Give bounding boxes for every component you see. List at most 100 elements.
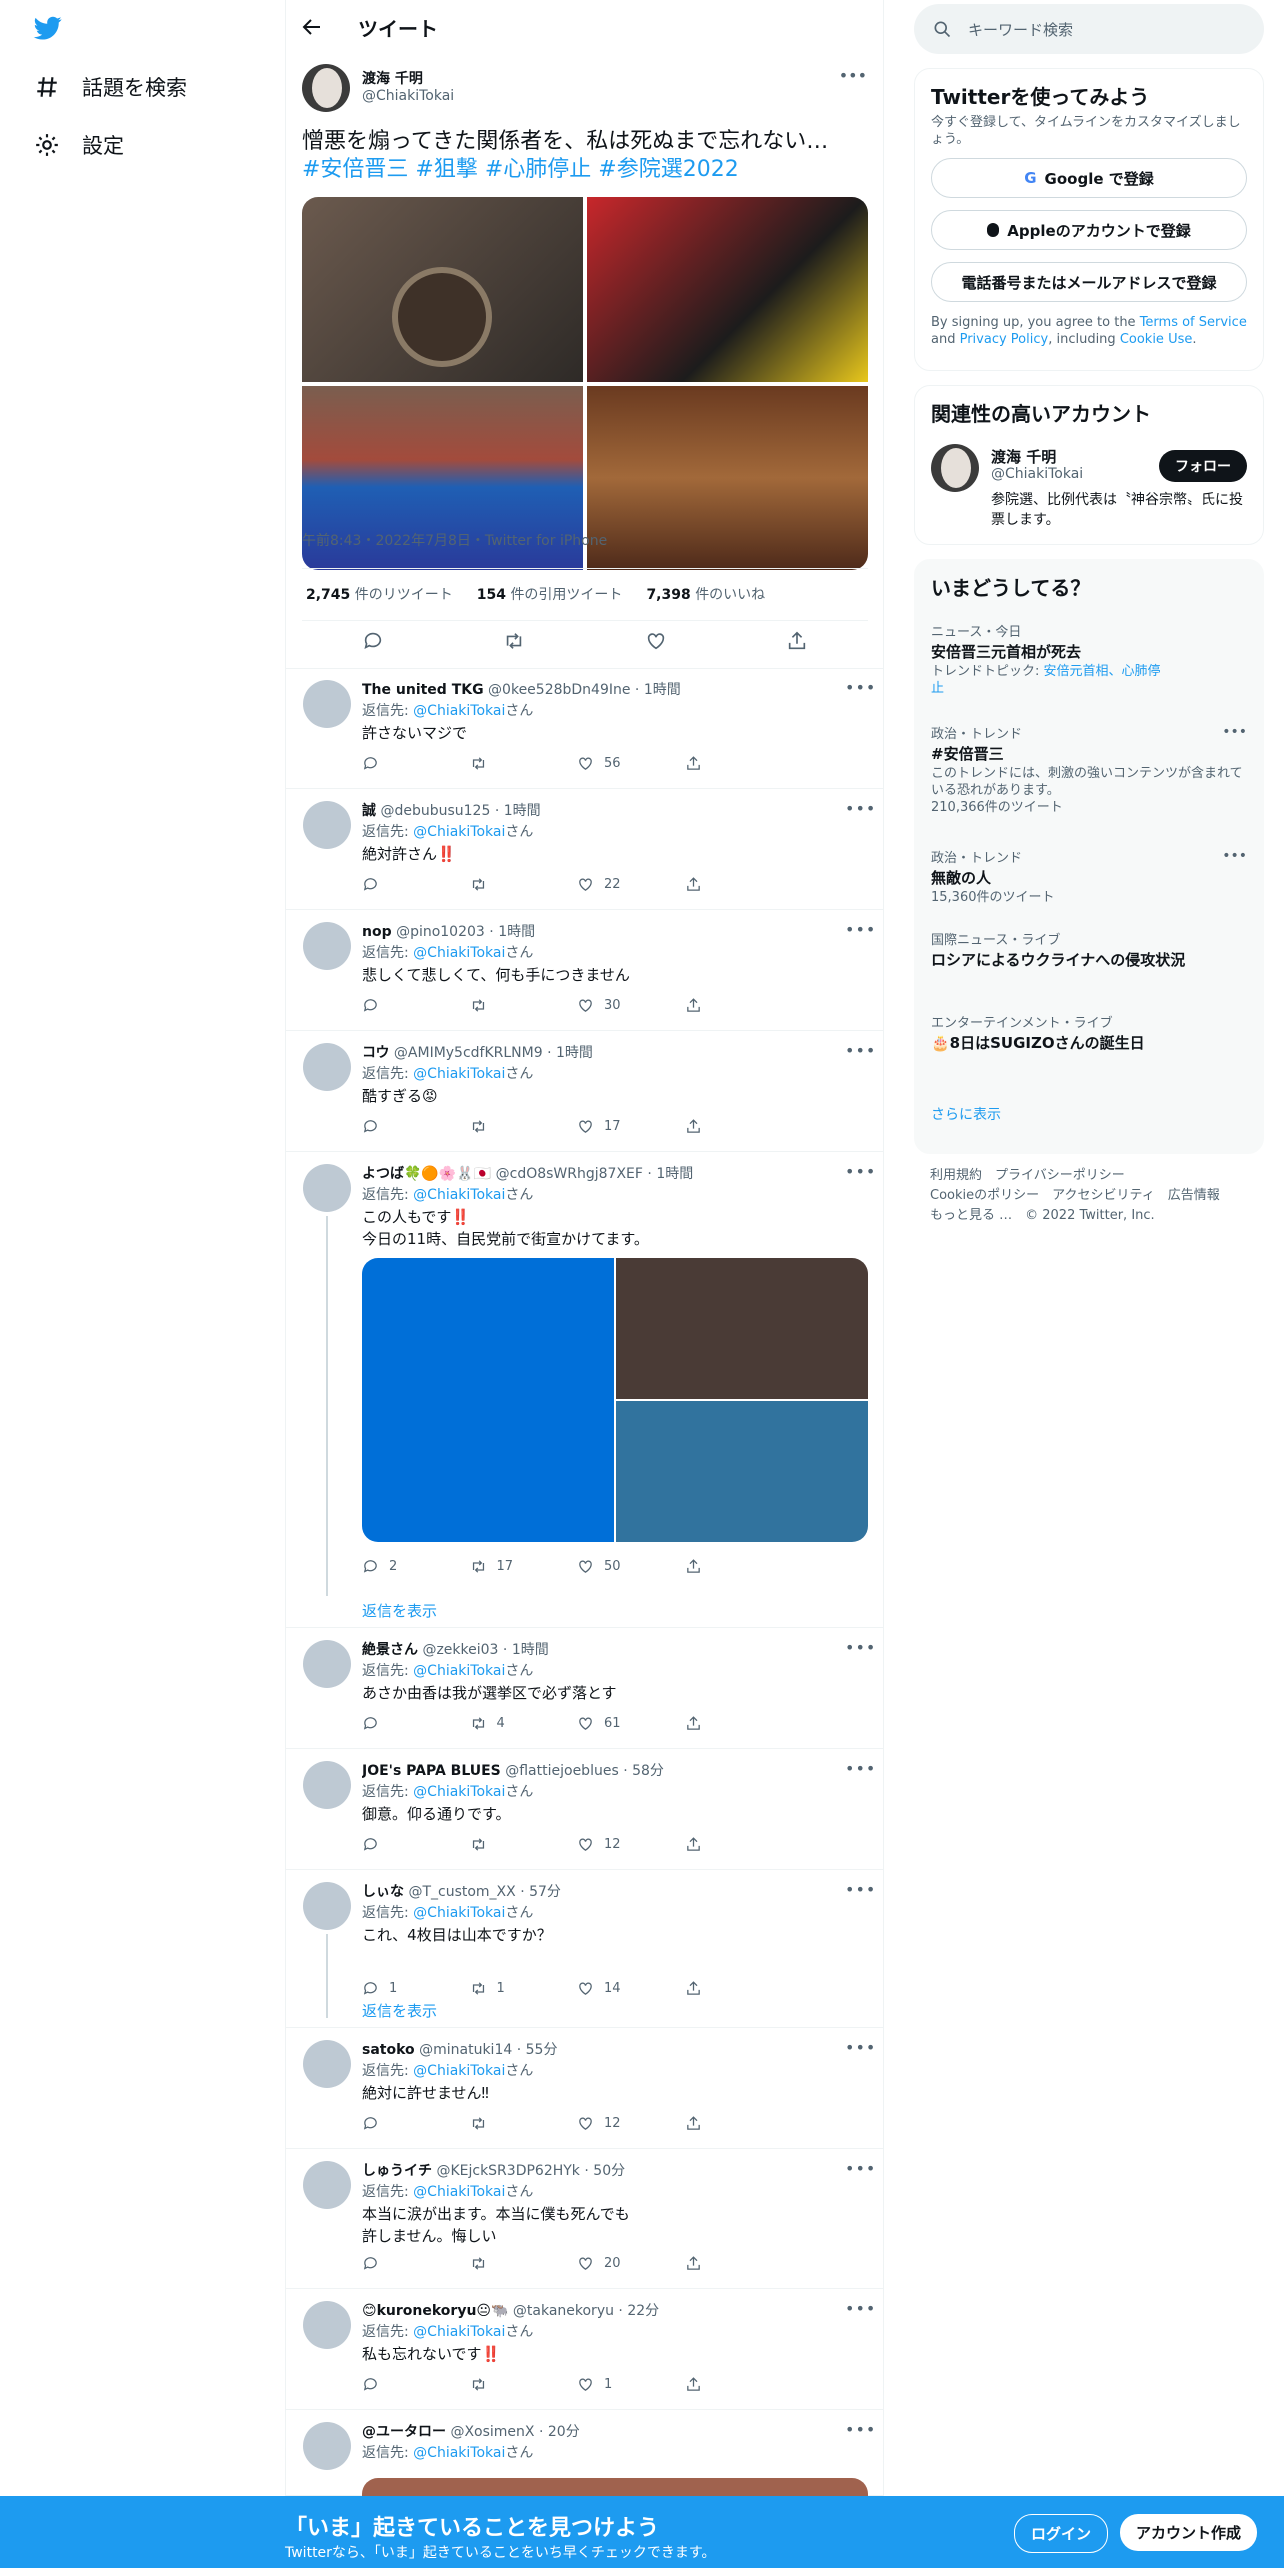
reply-tweet[interactable]: 誠 @debubusu125 · 1時間 返信先: @ChiakiTokaiさん絶… — [286, 789, 883, 910]
share-button[interactable] — [685, 2374, 793, 2394]
reply-handle[interactable]: @0kee528bDn49Ine — [488, 682, 630, 698]
reply-handle[interactable]: @debubusu125 — [380, 803, 490, 819]
like-icon[interactable] — [645, 630, 667, 652]
reply-avatar[interactable] — [303, 801, 351, 849]
media-photo-1[interactable] — [302, 197, 583, 382]
reply-button[interactable] — [362, 995, 470, 1015]
like-button[interactable]: 30 — [577, 995, 685, 1015]
more-icon[interactable]: ••• — [845, 920, 875, 939]
reply-avatar[interactable] — [303, 922, 351, 970]
share-button[interactable] — [685, 2113, 793, 2133]
tos-link[interactable]: Terms of Service — [1140, 315, 1247, 330]
phone-signup-button[interactable]: 電話番号またはメールアドレスで登録 — [931, 262, 1247, 302]
related-name[interactable]: 渡海 千明 — [991, 446, 1056, 467]
like-button[interactable]: 56 — [577, 753, 685, 773]
retweet-button[interactable] — [470, 753, 578, 773]
reply-name[interactable]: satoko — [362, 2042, 415, 2058]
more-icon[interactable]: ••• — [839, 66, 867, 85]
share-button[interactable] — [685, 874, 793, 894]
more-icon[interactable]: ••• — [1222, 724, 1247, 740]
share-button[interactable] — [685, 1713, 793, 1733]
reply-media-grid[interactable] — [362, 1258, 868, 1542]
reply-tweet[interactable]: satoko @minatuki14 · 55分 返信先: @ChiakiToka… — [286, 2028, 883, 2149]
like-button[interactable]: 22 — [577, 874, 685, 894]
reply-time[interactable]: 1時間 — [644, 682, 681, 698]
nav-explore[interactable]: 話題を検索 — [34, 72, 187, 102]
reply-button[interactable] — [362, 2253, 470, 2273]
reply-media-partial[interactable] — [362, 2478, 868, 2498]
reply-name[interactable]: JOE's PAPA BLUES — [362, 1763, 501, 1779]
retweet-button[interactable] — [470, 1116, 578, 1136]
more-icon[interactable]: ••• — [845, 1759, 875, 1778]
mention-link[interactable]: @ChiakiTokai — [413, 1905, 505, 1921]
trend-item[interactable]: 政治・トレンド #安倍晋三 このトレンドには、刺激の強いコンテンツが含まれている恐れ… — [915, 714, 1263, 828]
mention-link[interactable]: @ChiakiTokai — [413, 1784, 505, 1800]
more-icon[interactable]: ••• — [1222, 848, 1247, 864]
reply-name[interactable]: nop — [362, 924, 392, 940]
author-avatar[interactable] — [302, 64, 350, 112]
mention-link[interactable]: @ChiakiTokai — [413, 1663, 505, 1679]
reply-avatar[interactable] — [303, 2422, 351, 2470]
share-button[interactable] — [685, 1556, 793, 1576]
reply-name[interactable]: 😊kuronekoryu😐🐃 — [362, 2303, 508, 2319]
reply-button[interactable]: 2 — [362, 1556, 470, 1576]
trend-item[interactable]: エンターテインメント・ライブ 🎂8日はSUGIZOさんの誕生日 — [915, 1003, 1263, 1066]
show-replies-link[interactable]: 返信を表示 — [362, 1600, 437, 1621]
reply-name[interactable]: 絶景さん — [362, 1642, 418, 1658]
more-icon[interactable]: ••• — [845, 678, 875, 697]
reply-time[interactable]: 20分 — [548, 2424, 580, 2440]
related-avatar[interactable] — [931, 444, 979, 492]
reply-avatar[interactable] — [303, 1043, 351, 1091]
share-button[interactable] — [685, 1834, 793, 1854]
reply-tweet[interactable]: The united TKG @0kee528bDn49Ine · 1時間 返信先… — [286, 668, 883, 789]
reply-avatar[interactable] — [303, 1640, 351, 1688]
footer-line-1[interactable]: 利用規約 プライバシーポリシー — [930, 1166, 1248, 1186]
reply-name[interactable]: しぃな — [362, 1884, 404, 1900]
mention-link[interactable]: @ChiakiTokai — [413, 824, 505, 840]
reply-handle[interactable]: @takanekoryu — [513, 2303, 614, 2319]
author-name[interactable]: 渡海 千明 — [362, 68, 423, 88]
reply-time[interactable]: 1時間 — [498, 924, 535, 940]
google-signup-button[interactable]: G Google で登録 — [931, 158, 1247, 198]
mention-link[interactable]: @ChiakiTokai — [413, 703, 505, 719]
reply-time[interactable]: 50分 — [593, 2163, 625, 2179]
reply-time[interactable]: 1時間 — [512, 1642, 549, 1658]
reply-name[interactable]: The united TKG — [362, 682, 484, 698]
reply-handle[interactable]: @cdO8sWRhgj87XEF — [496, 1166, 643, 1182]
reply-handle[interactable]: @XosimenX — [450, 2424, 534, 2440]
login-button[interactable]: ログイン — [1014, 2514, 1109, 2553]
reply-tweet[interactable]: しゅうイチ @KEjckSR3DP62HYk · 50分 返信先: @Chiaki… — [286, 2149, 883, 2289]
reply-avatar[interactable] — [303, 1164, 351, 1212]
reply-name[interactable]: しゅうイチ — [362, 2163, 432, 2179]
more-icon[interactable]: ••• — [845, 1162, 875, 1181]
reply-avatar[interactable] — [303, 680, 351, 728]
mention-link[interactable]: @ChiakiTokai — [413, 1187, 505, 1203]
reply-button[interactable]: 1 — [362, 1978, 470, 1998]
retweet-button[interactable] — [470, 2253, 578, 2273]
retweet-icon[interactable] — [503, 630, 525, 652]
share-icon[interactable] — [786, 630, 808, 652]
mention-link[interactable]: @ChiakiTokai — [413, 1066, 505, 1082]
show-replies-link[interactable]: 返信を表示 — [362, 2000, 437, 2021]
trend-item[interactable]: 国際ニュース・ライブ ロシアによるウクライナへの侵攻状況 — [915, 920, 1263, 983]
reply-button[interactable] — [362, 1713, 470, 1733]
trend-item[interactable]: ニュース・今日 安倍晋三元首相が死去 トレンドトピック: 安倍元首相、心肺停止 — [915, 612, 1263, 709]
like-button[interactable]: 50 — [577, 1556, 685, 1576]
retweet-button[interactable] — [470, 2113, 578, 2133]
reply-handle[interactable]: @T_custom_XX — [408, 1884, 515, 1900]
mention-link[interactable]: @ChiakiTokai — [413, 2324, 505, 2340]
trend-item[interactable]: 政治・トレンド 無敵の人 15,360件のツイート ••• — [915, 838, 1263, 918]
retweet-button[interactable]: 1 — [470, 1978, 578, 1998]
reply-tweet[interactable]: よつば🍀🟠🌸🐰🇯🇵 @cdO8sWRhgj87XEF · 1時間 返信先: @Ch… — [286, 1152, 883, 1628]
reply-tweet[interactable]: しぃな @T_custom_XX · 57分 返信先: @ChiakiTokaiさ… — [286, 1870, 883, 2028]
reply-handle[interactable]: @minatuki14 — [419, 2042, 512, 2058]
reply-tweet[interactable]: nop @pino10203 · 1時間 返信先: @ChiakiTokaiさん悲… — [286, 910, 883, 1031]
share-button[interactable] — [685, 1978, 793, 1998]
more-icon[interactable]: ••• — [845, 2299, 875, 2318]
reply-tweet[interactable]: JOE's PAPA BLUES @flattiejoeblues · 58分返… — [286, 1749, 883, 1870]
quote-stat[interactable]: 154 件の引用ツイート — [477, 584, 623, 604]
reply-time[interactable]: 55分 — [526, 2042, 558, 2058]
reply-handle[interactable]: @zekkei03 — [422, 1642, 498, 1658]
search-input[interactable]: キーワード検索 — [914, 4, 1264, 54]
more-icon[interactable]: ••• — [845, 2420, 875, 2439]
